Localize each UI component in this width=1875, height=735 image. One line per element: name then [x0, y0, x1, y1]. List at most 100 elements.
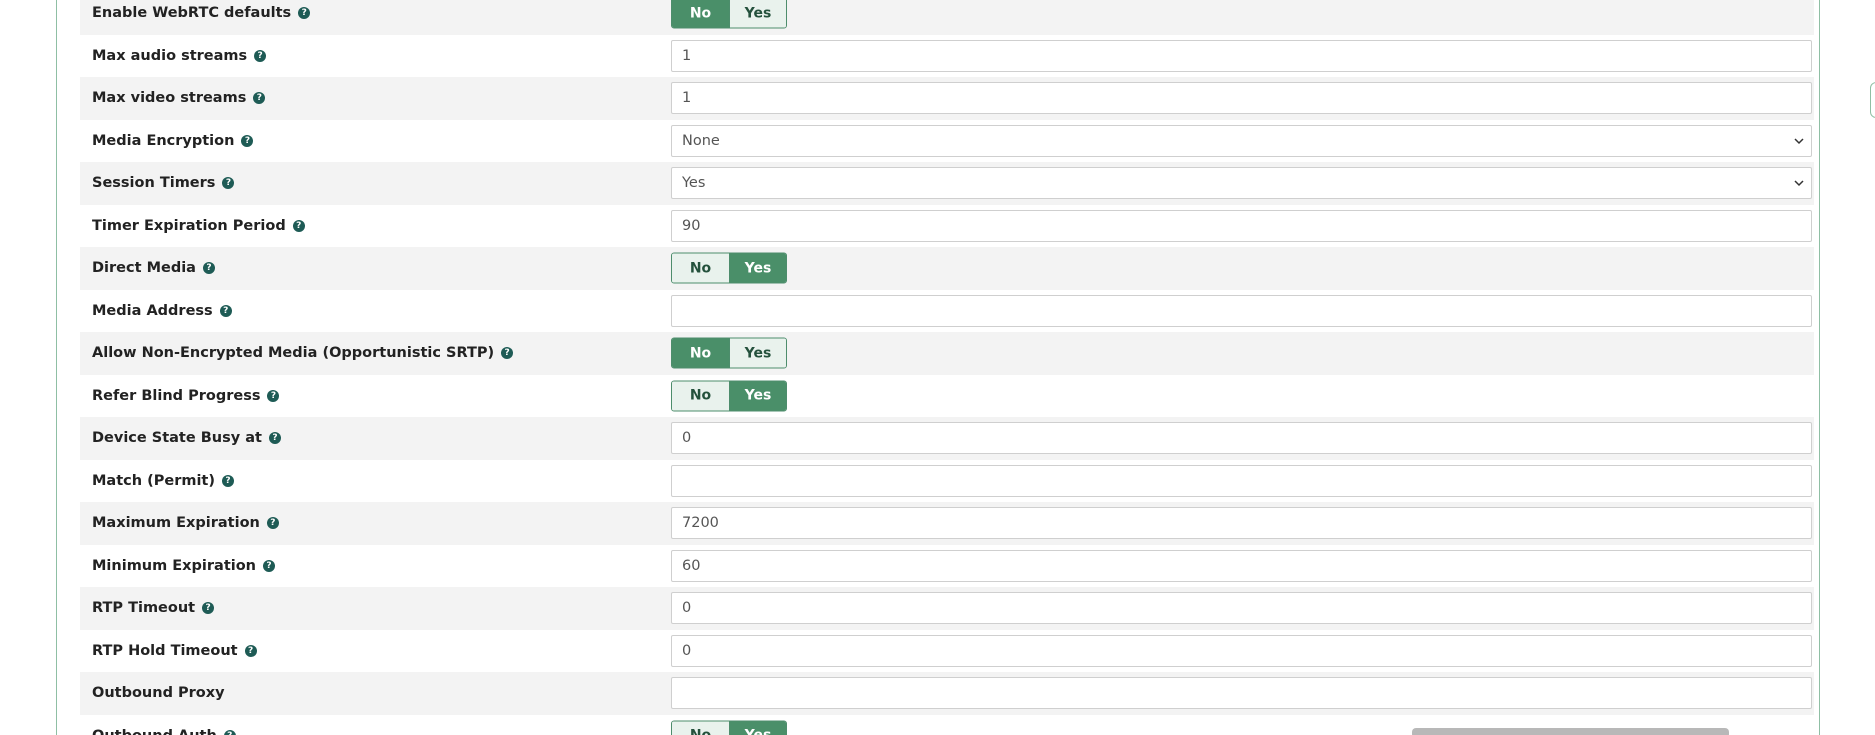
help-icon[interactable]: ?	[266, 517, 279, 530]
field-label-text: Media Encryption	[92, 132, 235, 149]
input-timer-expiration-period[interactable]: 90	[671, 209, 1812, 242]
input-match-permit[interactable]	[671, 464, 1812, 497]
input-minimum-expiration[interactable]: 60	[671, 549, 1812, 582]
field-label: RTP Hold Timeout?	[92, 643, 257, 659]
help-icon[interactable]: ?	[253, 92, 266, 105]
help-icon[interactable]: ?	[222, 474, 234, 487]
input-maximum-expiration[interactable]: 7200	[671, 507, 1812, 540]
field-label-text: Refer Blind Progress	[92, 387, 261, 404]
chevron-down-icon	[1794, 138, 1804, 144]
toggle-option-no[interactable]: No	[672, 381, 729, 411]
help-icon[interactable]: ?	[244, 644, 257, 657]
toggle-option-yes[interactable]: Yes	[729, 0, 786, 28]
field-value: 0	[682, 430, 692, 447]
toggle-option-yes[interactable]: Yes	[729, 721, 786, 735]
form-row-rtp-hold-timeout: RTP Hold Timeout? 0	[80, 630, 1814, 673]
form-row-minimum-expiration: Minimum Expiration? 60	[80, 545, 1814, 588]
toggle-option-no[interactable]: No	[672, 338, 729, 368]
field-label-text: Match (Permit)	[92, 472, 215, 489]
field-value: None	[682, 132, 720, 149]
input-rtp-timeout[interactable]: 0	[671, 592, 1812, 625]
toggle-allow-non-encrypted-media-opportunistic-srtp: No Yes	[671, 337, 787, 369]
help-icon[interactable]: ?	[219, 304, 232, 317]
field-label: Session Timers?	[92, 175, 235, 192]
horizontal-scrollbar[interactable]	[1412, 728, 1729, 735]
field-label: Outbound Auth?	[92, 728, 236, 735]
help-icon[interactable]: ?	[263, 559, 276, 572]
field-label: Max video streams?	[92, 90, 266, 107]
form-row-media-encryption: Media Encryption? None	[80, 120, 1814, 163]
form-row-allow-non-encrypted-media-opportunistic-srtp: Allow Non-Encrypted Media (Opportunistic…	[80, 332, 1814, 375]
field-value: 0	[682, 642, 692, 659]
field-label: Device State Busy at?	[92, 430, 281, 446]
side-panel-tab[interactable]	[1870, 82, 1875, 118]
chevron-down-icon	[1794, 180, 1804, 187]
input-rtp-hold-timeout[interactable]: 0	[671, 634, 1812, 667]
toggle-outbound-auth: NoYes	[671, 720, 787, 735]
help-icon[interactable]: ?	[241, 134, 254, 147]
field-label: Media Encryption?	[92, 132, 254, 149]
field-label: Enable WebRTC defaults?	[92, 5, 311, 21]
field-label-text: Session Timers	[92, 175, 216, 192]
help-icon[interactable]: ?	[202, 602, 215, 615]
form-row-timer-expiration-period: Timer Expiration Period? 90	[80, 205, 1814, 248]
field-label-text: Timer Expiration Period	[92, 217, 286, 234]
help-icon[interactable]: ?	[298, 7, 311, 20]
input-max-video-streams[interactable]: 1	[671, 82, 1812, 115]
field-label: Media Address?	[92, 303, 232, 319]
toggle-enable-webrtc-defaults: No Yes	[671, 0, 787, 29]
field-label-text: Max video streams	[92, 90, 247, 107]
field-label-text: Maximum Expiration	[92, 515, 260, 532]
field-label: Refer Blind Progress?	[92, 387, 280, 404]
field-value: 7200	[682, 515, 719, 532]
field-label: Max audio streams?	[92, 48, 267, 64]
toggle-option-no[interactable]: No	[672, 0, 729, 28]
field-label-text: RTP Timeout	[92, 600, 196, 617]
toggle-option-yes[interactable]: Yes	[729, 381, 786, 411]
toggle-refer-blind-progress: No Yes	[671, 380, 787, 412]
field-label-text: Direct Media	[92, 260, 196, 277]
field-value: 1	[682, 47, 692, 64]
help-icon[interactable]: ?	[222, 177, 235, 190]
select-media-encryption[interactable]: None	[671, 124, 1812, 157]
field-label-text: Minimum Expiration	[92, 557, 257, 574]
toggle-option-yes[interactable]: Yes	[729, 338, 786, 368]
help-icon[interactable]: ?	[254, 49, 267, 62]
toggle-option-no[interactable]: No	[672, 721, 729, 735]
field-label: Maximum Expiration?	[92, 515, 279, 531]
select-session-timers[interactable]: Yes	[671, 167, 1812, 200]
help-icon[interactable]: ?	[223, 729, 236, 735]
input-device-state-busy-at[interactable]: 0	[671, 422, 1812, 455]
form-row-maximum-expiration: Maximum Expiration? 7200	[80, 502, 1814, 545]
toggle-option-yes[interactable]: Yes	[729, 253, 786, 283]
help-icon[interactable]: ?	[268, 432, 281, 445]
form-row-max-video-streams: Max video streams? 1	[80, 77, 1814, 120]
field-label-text: RTP Hold Timeout	[92, 642, 238, 659]
toggle-option-no[interactable]: No	[672, 253, 729, 283]
input-media-address[interactable]	[671, 294, 1812, 327]
field-value: 0	[682, 600, 692, 617]
form-row-max-audio-streams: Max audio streams? 1	[80, 35, 1814, 78]
form-row-rtp-timeout: RTP Timeout? 0	[80, 587, 1814, 630]
form-row-media-address: Media Address?	[80, 290, 1814, 333]
field-label: Direct Media?	[92, 260, 215, 276]
field-value: 90	[682, 217, 701, 234]
field-label: RTP Timeout?	[92, 600, 215, 617]
form-row-direct-media: Direct Media? No Yes	[80, 247, 1814, 290]
field-label-text: Allow Non-Encrypted Media (Opportunistic…	[92, 345, 495, 362]
input-max-audio-streams[interactable]: 1	[671, 39, 1812, 72]
field-value: 1	[682, 90, 692, 107]
form-row-session-timers: Session Timers? Yes	[80, 162, 1814, 205]
help-icon[interactable]: ?	[501, 347, 514, 360]
form-row-refer-blind-progress: Refer Blind Progress? No Yes	[80, 375, 1814, 418]
help-icon[interactable]: ?	[202, 262, 215, 275]
help-icon[interactable]: ?	[267, 389, 280, 402]
field-label-text: Device State Busy at	[92, 430, 262, 447]
input-outbound-proxy[interactable]	[671, 677, 1812, 710]
field-value: Yes	[682, 175, 706, 192]
form-row-device-state-busy-at: Device State Busy at? 0	[80, 417, 1814, 460]
settings-page: Enable WebRTC defaults? No Yes Max audio st…	[0, 0, 1875, 735]
field-label: Timer Expiration Period?	[92, 218, 305, 234]
field-label-text: Outbound Proxy	[92, 685, 225, 702]
help-icon[interactable]: ?	[292, 219, 305, 232]
